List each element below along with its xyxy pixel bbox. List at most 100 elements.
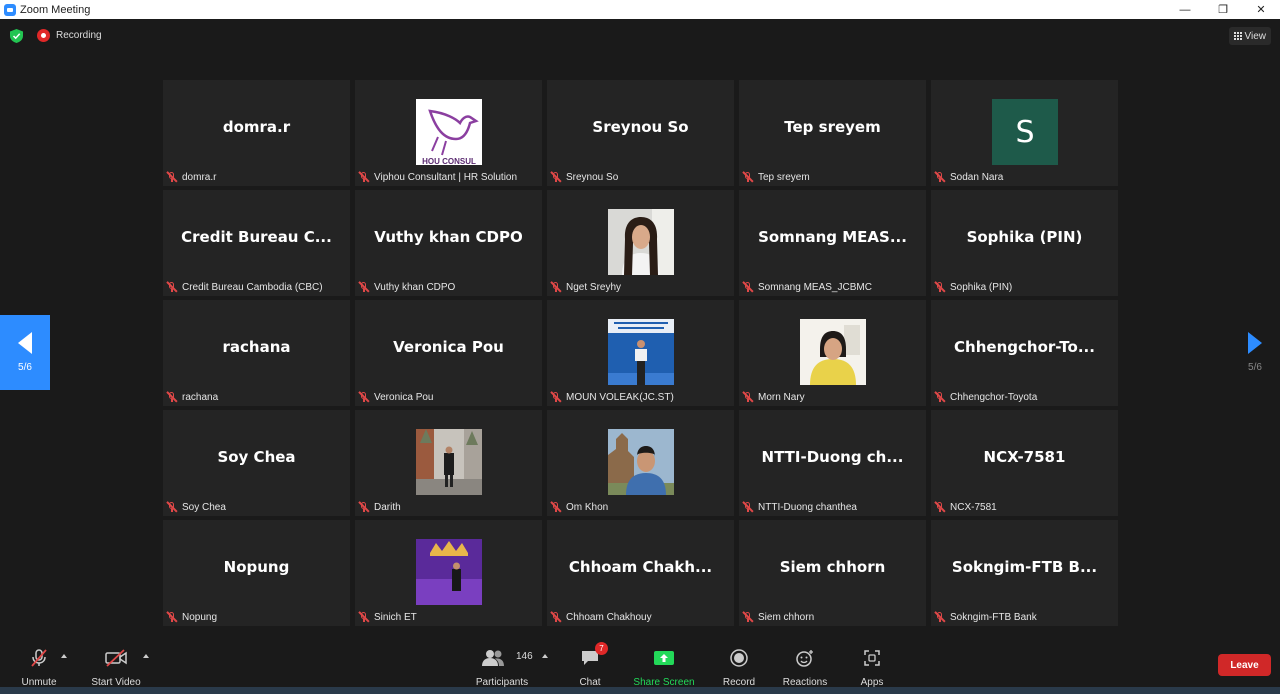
participant-tile[interactable]: Darith bbox=[355, 410, 542, 516]
participant-name: Sodan Nara bbox=[950, 171, 1004, 183]
os-taskbar-edge bbox=[0, 687, 1280, 694]
apps-button[interactable]: Apps bbox=[857, 640, 887, 694]
participant-caption: Nget Sreyhy bbox=[550, 279, 621, 295]
avatar: S bbox=[992, 99, 1058, 165]
participant-name: Somnang MEAS_JCBMC bbox=[758, 281, 872, 293]
participant-caption: Chhoam Chakhouy bbox=[550, 609, 652, 625]
participant-name: Sophika (PIN) bbox=[950, 281, 1013, 293]
participant-caption: MOUN VOLEAK(JC.ST) bbox=[550, 389, 674, 405]
participant-display-name: Nopung bbox=[223, 558, 290, 576]
participant-caption: Om Khon bbox=[550, 499, 608, 515]
participant-tile[interactable]: Nget Sreyhy bbox=[547, 190, 734, 296]
participant-tile[interactable]: Credit Bureau C... Credit Bureau Cambodi… bbox=[163, 190, 350, 296]
participant-tile[interactable]: Nopung Nopung bbox=[163, 520, 350, 626]
participant-count: 146 bbox=[516, 651, 533, 662]
participant-caption: Sodan Nara bbox=[934, 169, 1003, 185]
participant-caption: Sophika (PIN) bbox=[934, 279, 1012, 295]
participant-caption: Sreynou So bbox=[550, 169, 618, 185]
participants-icon bbox=[479, 648, 507, 668]
mic-muted-icon bbox=[934, 611, 946, 623]
participant-caption: Soy Chea bbox=[166, 499, 226, 515]
recording-indicator[interactable]: Recording bbox=[37, 29, 102, 42]
participant-tile[interactable]: domra.r domra.r bbox=[163, 80, 350, 186]
participant-tile[interactable]: Morn Nary bbox=[739, 300, 926, 406]
page-indicator-right: 5/6 bbox=[1248, 362, 1262, 373]
participant-tile[interactable]: Chhengchor-To... Chhengchor-Toyota bbox=[931, 300, 1118, 406]
participant-tile[interactable]: Sreynou So Sreynou So bbox=[547, 80, 734, 186]
participant-name: domra.r bbox=[182, 171, 217, 183]
participants-caret-icon[interactable] bbox=[542, 654, 548, 658]
participant-tile[interactable]: Veronica Pou Veronica Pou bbox=[355, 300, 542, 406]
participant-tile[interactable]: NTTI-Duong ch... NTTI-Duong chanthea bbox=[739, 410, 926, 516]
participant-name: Veronica Pou bbox=[374, 391, 434, 403]
record-button[interactable]: Record bbox=[719, 640, 759, 694]
mic-muted-icon bbox=[742, 501, 754, 513]
profile-photo bbox=[608, 319, 674, 385]
share-screen-button[interactable]: Share Screen bbox=[631, 640, 697, 694]
start-video-button[interactable]: Start Video bbox=[89, 640, 143, 694]
participant-display-name: Soy Chea bbox=[217, 448, 296, 466]
reactions-button[interactable]: Reactions bbox=[780, 640, 830, 694]
participant-display-name: Somnang MEAS... bbox=[758, 228, 907, 246]
profile-photo bbox=[800, 319, 866, 385]
chat-button[interactable]: 7 Chat bbox=[574, 640, 608, 694]
leave-button[interactable]: Leave bbox=[1218, 654, 1271, 676]
participant-tile[interactable]: Siem chhorn Siem chhorn bbox=[739, 520, 926, 626]
close-button[interactable]: ✕ bbox=[1242, 0, 1280, 19]
zoom-app-icon bbox=[4, 3, 16, 16]
view-button[interactable]: View bbox=[1228, 27, 1271, 45]
participant-tile[interactable]: Sokngim-FTB B... Sokngim-FTB Bank bbox=[931, 520, 1118, 626]
mic-muted-icon bbox=[550, 281, 562, 293]
audio-options-caret-icon[interactable] bbox=[61, 654, 67, 658]
participant-name: NCX-7581 bbox=[950, 501, 997, 513]
video-options-caret-icon[interactable] bbox=[143, 654, 149, 658]
mic-muted-icon bbox=[358, 611, 370, 623]
participant-display-name: domra.r bbox=[222, 118, 291, 136]
participant-caption: domra.r bbox=[166, 169, 216, 185]
previous-page-button[interactable]: 5/6 bbox=[0, 315, 50, 390]
participant-display-name: Chhengchor-To... bbox=[954, 338, 1095, 356]
mic-muted-icon bbox=[166, 281, 178, 293]
logo-text: HOU CONSUL bbox=[422, 157, 476, 165]
mic-muted-icon bbox=[358, 281, 370, 293]
participant-name: Tep sreyem bbox=[758, 171, 810, 183]
record-icon bbox=[725, 648, 753, 668]
participant-tile[interactable]: Sinich ET bbox=[355, 520, 542, 626]
participant-tile[interactable]: Sophika (PIN) Sophika (PIN) bbox=[931, 190, 1118, 296]
view-label: View bbox=[1244, 30, 1267, 42]
participant-tile[interactable]: NCX-7581 NCX-7581 bbox=[931, 410, 1118, 516]
mic-muted-icon bbox=[934, 391, 946, 403]
shield-icon[interactable] bbox=[10, 29, 23, 43]
participant-tile[interactable]: Chhoam Chakh... Chhoam Chakhouy bbox=[547, 520, 734, 626]
participant-tile[interactable]: Somnang MEAS... Somnang MEAS_JCBMC bbox=[739, 190, 926, 296]
participant-name: NTTI-Duong chanthea bbox=[758, 501, 857, 513]
mic-muted-icon bbox=[358, 391, 370, 403]
chat-unread-badge: 7 bbox=[595, 642, 608, 655]
participant-tile[interactable]: Soy Chea Soy Chea bbox=[163, 410, 350, 516]
participant-tile[interactable]: Om Khon bbox=[547, 410, 734, 516]
participant-caption: Nopung bbox=[166, 609, 217, 625]
participant-name: Vuthy khan CDPO bbox=[374, 281, 456, 293]
participant-name: Morn Nary bbox=[758, 391, 805, 403]
participant-caption: rachana bbox=[166, 389, 218, 405]
participant-display-name: Vuthy khan CDPO bbox=[374, 228, 523, 246]
participant-tile[interactable]: S Sodan Nara bbox=[931, 80, 1118, 186]
participant-tile[interactable]: Vuthy khan CDPO Vuthy khan CDPO bbox=[355, 190, 542, 296]
next-page-button[interactable]: 5/6 bbox=[1230, 315, 1280, 390]
mic-muted-icon bbox=[550, 391, 562, 403]
restore-button[interactable]: ❐ bbox=[1204, 0, 1242, 19]
participants-button[interactable]: Participants bbox=[474, 640, 530, 694]
participant-tile[interactable]: HOU CONSUL Viphou Consultant | HR Soluti… bbox=[355, 80, 542, 186]
minimize-button[interactable]: — bbox=[1166, 0, 1204, 19]
mic-muted-icon bbox=[934, 171, 946, 183]
mic-muted-icon bbox=[358, 501, 370, 513]
participant-display-name: Sreynou So bbox=[592, 118, 689, 136]
participant-tile[interactable]: rachana rachana bbox=[163, 300, 350, 406]
participant-caption: Chhengchor-Toyota bbox=[934, 389, 1037, 405]
participant-tile[interactable]: MOUN VOLEAK(JC.ST) bbox=[547, 300, 734, 406]
consultant-logo-image: HOU CONSUL bbox=[416, 99, 482, 165]
participant-name: Credit Bureau Cambodia (CBC) bbox=[182, 281, 323, 293]
arrow-left-icon bbox=[18, 332, 32, 354]
participant-tile[interactable]: Tep sreyem Tep sreyem bbox=[739, 80, 926, 186]
unmute-button[interactable]: Unmute bbox=[19, 640, 59, 694]
